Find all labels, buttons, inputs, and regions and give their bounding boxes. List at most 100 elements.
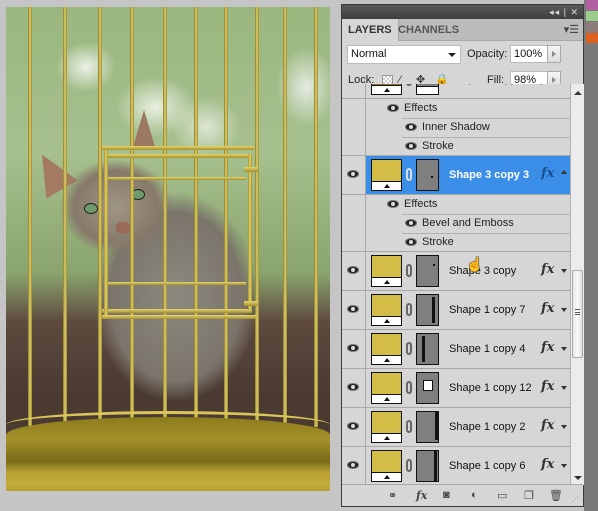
visibility-cell — [342, 195, 366, 214]
add-mask-icon[interactable]: ◙ — [443, 489, 450, 501]
cage-door-rail — [102, 315, 256, 319]
layer-row[interactable]: Shape 1 copy 7 fx — [342, 291, 570, 330]
new-layer-icon[interactable]: ❐ — [524, 489, 534, 502]
effect-name: Stroke — [422, 140, 454, 152]
effect-item[interactable]: Inner Shadow — [342, 118, 570, 137]
link-layers-icon[interactable]: ⚭ — [388, 489, 397, 502]
eye-icon[interactable] — [347, 422, 359, 430]
eye-icon[interactable] — [405, 219, 417, 227]
layer-row[interactable]: Shape 1 copy 12 fx — [342, 369, 570, 408]
eye-icon[interactable] — [347, 344, 359, 352]
dock-swatch[interactable] — [586, 11, 598, 21]
effect-name: Bevel and Emboss — [422, 217, 514, 229]
fx-icon[interactable]: fx — [541, 262, 554, 277]
vector-mask-thumbnail — [416, 372, 439, 404]
opacity-slider-button[interactable] — [547, 45, 561, 63]
divider — [402, 214, 570, 215]
link-icon — [406, 342, 412, 355]
collapse-effects-icon[interactable] — [561, 170, 567, 174]
visibility-cell — [342, 137, 366, 155]
fx-icon[interactable]: fx — [541, 84, 554, 86]
eye-icon[interactable] — [405, 238, 417, 246]
fx-icon[interactable]: fx — [541, 166, 554, 181]
cage-door-rail — [106, 282, 246, 285]
layer-row[interactable]: Shape 2 copy fx — [342, 84, 570, 99]
effects-group[interactable]: Effects — [342, 99, 570, 118]
eye-icon[interactable] — [387, 104, 399, 112]
cage-door-post — [104, 150, 108, 315]
tab-layers[interactable]: LAYERS — [342, 19, 399, 41]
cage-bar — [283, 7, 287, 427]
eye-icon[interactable] — [347, 383, 359, 391]
blend-mode-dropdown[interactable]: Normal — [347, 45, 461, 64]
cage-bar — [314, 7, 318, 427]
panel-tabs: LAYERS CHANNELS ▾☰ — [342, 19, 583, 41]
panel-menu-icon[interactable]: ▾☰ — [564, 23, 579, 36]
dock-swatch[interactable] — [586, 33, 598, 43]
panel-titlebar[interactable]: ◂◂ | ✕ — [342, 5, 583, 19]
layer-row[interactable]: Shape 3 copy fx — [342, 252, 570, 291]
opacity-input[interactable]: 100% — [510, 45, 548, 63]
resize-grip-icon[interactable]: ⋰ — [572, 495, 579, 503]
layer-row[interactable]: Shape 1 copy 4 fx — [342, 330, 570, 369]
cat-nose — [116, 222, 130, 234]
scroll-up-arrow-icon[interactable] — [574, 91, 582, 95]
fx-icon[interactable]: fx — [541, 340, 554, 355]
mask-shape — [433, 264, 435, 266]
adjustment-layer-icon[interactable]: ◐ — [471, 489, 478, 501]
fx-icon[interactable]: fx — [541, 379, 554, 394]
layers-panel: ◂◂ | ✕ LAYERS CHANNELS ▾☰ Normal Opacity… — [341, 4, 584, 507]
eye-icon[interactable] — [405, 142, 417, 150]
link-icon — [406, 168, 412, 181]
thumbnail-strip — [372, 181, 401, 190]
layer-row-selected[interactable]: Shape 3 copy 3 fx — [342, 156, 570, 195]
layer-name: Shape 1 copy 4 — [449, 343, 526, 355]
effect-item[interactable]: Stroke — [342, 233, 570, 252]
expand-effects-icon[interactable] — [561, 269, 567, 273]
dock-swatch[interactable] — [586, 22, 598, 32]
thumbnail-strip — [372, 472, 401, 481]
cage-door-post — [248, 154, 252, 310]
vector-mask-thumbnail — [416, 255, 439, 287]
effect-name: Inner Shadow — [422, 121, 490, 133]
document-canvas[interactable] — [6, 7, 330, 491]
eye-icon[interactable] — [347, 461, 359, 469]
expand-effects-icon[interactable] — [561, 425, 567, 429]
panel-footer: ⚭ fx ◙ ◐ ▭ ❐ 🗑 ⋰ — [342, 484, 583, 506]
fx-icon[interactable]: fx — [541, 418, 554, 433]
eye-icon[interactable] — [347, 305, 359, 313]
scroll-down-arrow-icon[interactable] — [574, 476, 582, 480]
layer-row[interactable]: Shape 1 copy 6 fx — [342, 447, 570, 485]
effect-item[interactable]: Bevel and Emboss — [342, 214, 570, 233]
delete-layer-icon[interactable]: 🗑 — [549, 489, 563, 502]
layer-row[interactable]: Shape 1 copy 2 fx — [342, 408, 570, 447]
layers-scrollbar[interactable] — [570, 84, 584, 485]
hand-cursor-icon: ☝ — [466, 256, 484, 272]
vector-mask-thumbnail — [416, 333, 439, 365]
panel-window-controls[interactable]: ◂◂ | ✕ — [549, 5, 579, 19]
tab-channels[interactable]: CHANNELS — [392, 19, 465, 41]
cat-eye-left — [84, 203, 98, 214]
link-icon — [406, 84, 412, 86]
eye-icon[interactable] — [347, 170, 359, 178]
thumbnail-strip — [372, 277, 401, 286]
new-group-icon[interactable]: ▭ — [497, 489, 507, 502]
expand-effects-icon[interactable] — [561, 308, 567, 312]
expand-effects-icon[interactable] — [561, 347, 567, 351]
fx-icon[interactable]: fx — [541, 457, 554, 472]
expand-effects-icon[interactable] — [561, 464, 567, 468]
effect-item[interactable]: Stroke — [342, 137, 570, 156]
blend-mode-value: Normal — [351, 48, 387, 60]
layer-thumbnail — [371, 333, 402, 365]
dock-swatch[interactable] — [586, 0, 598, 10]
effects-group[interactable]: Effects — [342, 195, 570, 214]
layers-list: Shape 2 copy fx Effects Inner Shadow Str… — [342, 84, 570, 485]
fx-icon[interactable]: fx — [541, 301, 554, 316]
effect-name: Stroke — [422, 236, 454, 248]
scrollbar-thumb[interactable] — [572, 270, 583, 358]
eye-icon[interactable] — [405, 123, 417, 131]
eye-icon[interactable] — [387, 200, 399, 208]
add-layer-style-icon[interactable]: fx — [416, 489, 427, 502]
eye-icon[interactable] — [347, 266, 359, 274]
expand-effects-icon[interactable] — [561, 386, 567, 390]
